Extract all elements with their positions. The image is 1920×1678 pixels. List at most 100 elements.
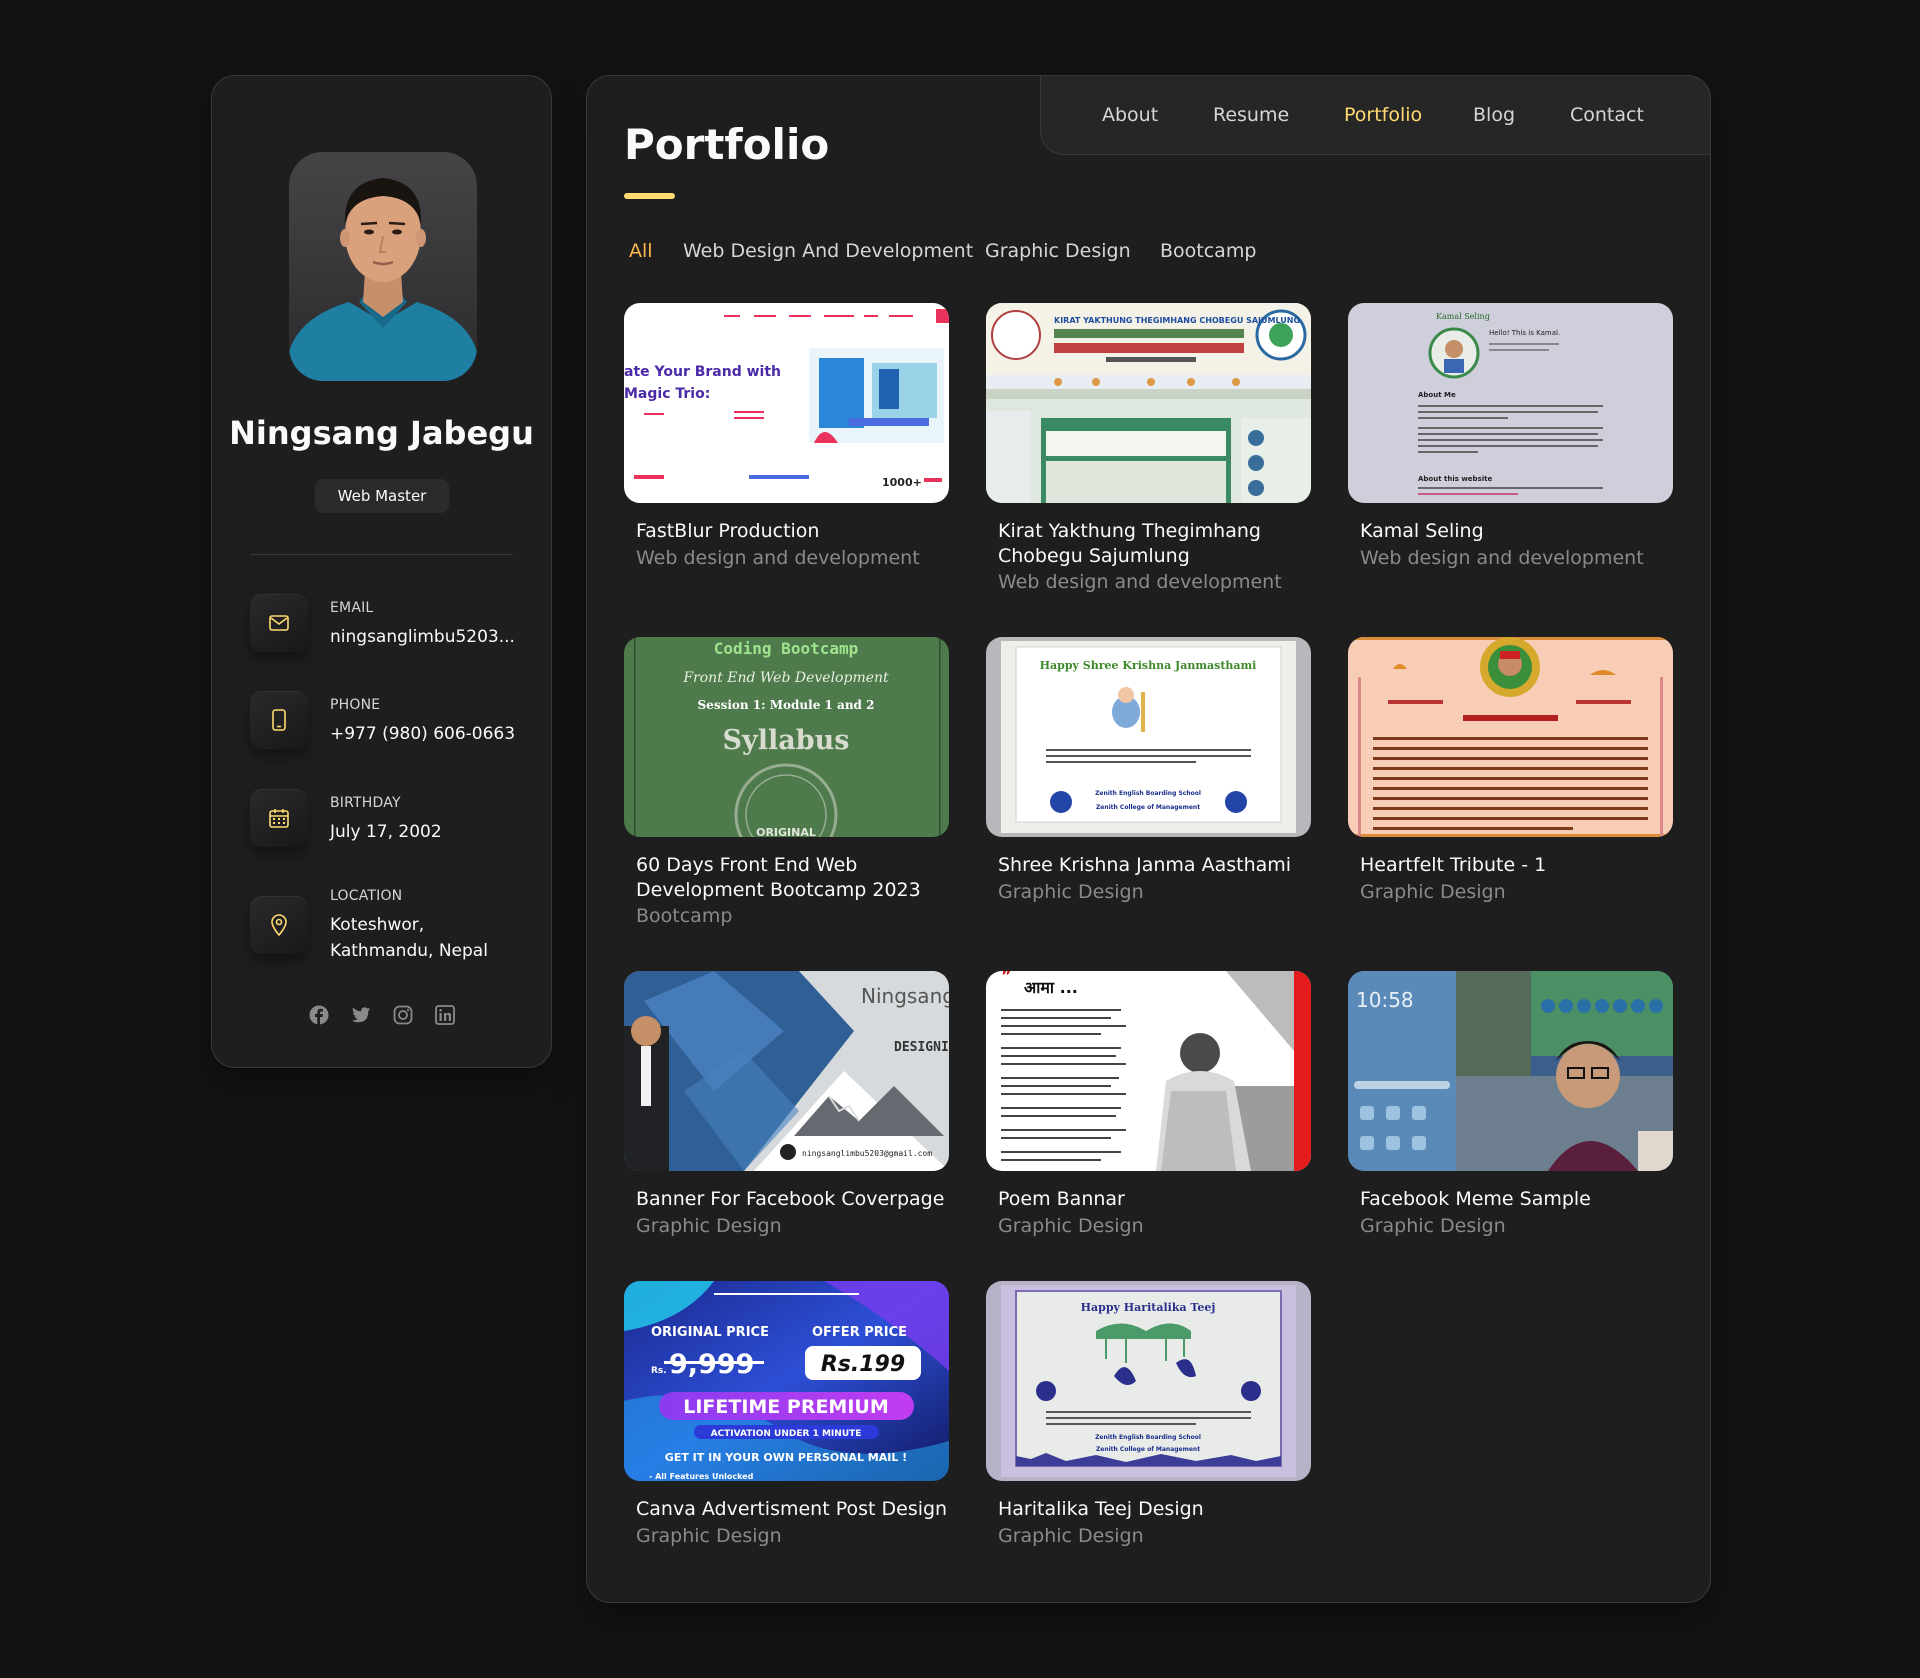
twitter-icon[interactable]: [351, 1005, 371, 1025]
project-card[interactable]: ate Your Brand with Magic Trio: 1000+ Fa…: [624, 303, 949, 569]
divider: [250, 554, 513, 555]
instagram-icon[interactable]: [393, 1005, 413, 1025]
project-title: Heartfelt Tribute - 1: [1360, 854, 1547, 876]
project-thumbnail[interactable]: Happy Haritalika Teej Zenith English Boa…: [986, 1281, 1311, 1481]
project-thumbnail[interactable]: Ningsang DESIGNING AW ningsanglimbu5203@…: [624, 971, 949, 1171]
email-link[interactable]: ningsanglimbu5203...: [330, 624, 515, 650]
facebook-icon[interactable]: [309, 1005, 329, 1025]
bootcamp-syllabus: Syllabus: [723, 725, 850, 756]
teej-title: Happy Haritalika Teej: [1081, 1301, 1216, 1314]
project-card[interactable]: ORIGINAL PRICE OFFER PRICE Rs. 9,999 Rs.…: [624, 1281, 949, 1547]
nav-portfolio[interactable]: Portfolio: [1344, 104, 1422, 126]
project-card[interactable]: 10:58 Facebook Meme Sample Graphic Desig…: [1348, 971, 1673, 1237]
project-category: Graphic Design: [636, 1215, 782, 1237]
project-thumbnail[interactable]: Happy Shree Krishna Janmasthami Zenith E…: [986, 637, 1311, 837]
bootcamp-stamp: ORIGINAL: [756, 826, 816, 837]
kamal-about-site: About this website: [1418, 475, 1492, 483]
project-title: Poem Bannar: [998, 1188, 1125, 1210]
project-card[interactable]: Coding Bootcamp Front End Web Developmen…: [624, 637, 949, 927]
krishna-school-2: Zenith College of Management: [1096, 804, 1200, 811]
bootcamp-session: Session 1: Module 1 and 2: [698, 698, 875, 712]
canva-activation: ACTIVATION UNDER 1 MINUTE: [711, 1429, 862, 1439]
project-category: Web design and development: [636, 547, 920, 569]
project-title: 60 Days Front End Web Development Bootca…: [636, 854, 921, 901]
project-card[interactable]: Kamal Seling Hello! This is Kamal. About…: [1348, 303, 1673, 569]
nav-about[interactable]: About: [1102, 104, 1158, 126]
project-card[interactable]: Heartfelt Tribute - 1 Graphic Design: [1348, 637, 1673, 903]
fastblur-stat: 1000+: [882, 476, 922, 489]
project-title: Facebook Meme Sample: [1360, 1188, 1591, 1210]
project-thumbnail[interactable]: ate Your Brand with Magic Trio: 1000+: [624, 303, 949, 503]
location-label: Location: [330, 888, 403, 904]
project-title: FastBlur Production: [636, 520, 820, 542]
birthday-label: Birthday: [330, 795, 401, 811]
kamal-name: Kamal Seling: [1436, 312, 1490, 321]
canva-offer-label: OFFER PRICE: [812, 1325, 907, 1340]
project-category: Graphic Design: [1360, 1215, 1506, 1237]
phone-icon: [250, 691, 308, 749]
project-card[interactable]: ” आमा ... Poem Bannar Graphic Design: [986, 971, 1311, 1237]
filter-graphic-design[interactable]: Graphic Design: [985, 240, 1131, 262]
kamal-hello: Hello! This is Kamal.: [1489, 329, 1560, 337]
banner-email: ningsanglimbu5203@gmail.com: [802, 1149, 932, 1158]
project-card[interactable]: KIRAT YAKTHUNG THEGIMHANG CHOBEGU SAJUML…: [986, 303, 1311, 593]
project-thumbnail[interactable]: 10:58: [1348, 971, 1673, 1171]
project-card[interactable]: Happy Haritalika Teej Zenith English Boa…: [986, 1281, 1311, 1547]
banner-name: Ningsang: [861, 984, 949, 1008]
project-thumbnail[interactable]: ” आमा ...: [986, 971, 1311, 1171]
bootcamp-title: Coding Bootcamp: [714, 639, 859, 658]
project-title: Canva Advertisment Post Design: [636, 1498, 948, 1520]
avatar: [289, 152, 477, 381]
nav-resume[interactable]: Resume: [1213, 104, 1289, 126]
main-panel: About Resume Portfolio Blog Contact Port…: [586, 75, 1711, 1603]
filter-bootcamp[interactable]: Bootcamp: [1160, 240, 1256, 262]
linkedin-icon[interactable]: [434, 1005, 455, 1025]
social-links: [212, 1005, 551, 1025]
project-category: Graphic Design: [636, 1525, 782, 1547]
banner-tag: DESIGNING AW: [894, 1040, 949, 1055]
email-label: Email: [330, 600, 374, 616]
project-title: Banner For Facebook Coverpage: [636, 1188, 945, 1210]
svg-text:”: ”: [1001, 971, 1012, 985]
project-thumbnail[interactable]: [1348, 637, 1673, 837]
project-category: Web design and development: [1360, 547, 1644, 569]
profile-photo: [289, 178, 477, 381]
mail-icon: [250, 594, 308, 652]
filter-all[interactable]: All: [629, 240, 653, 262]
project-card[interactable]: Ningsang DESIGNING AW ningsanglimbu5203@…: [624, 971, 949, 1237]
canva-premium: LIFETIME PREMIUM: [683, 1396, 889, 1418]
canva-orig-label: ORIGINAL PRICE: [651, 1325, 769, 1340]
poem-title: आमा ...: [1024, 978, 1078, 997]
canva-cta: GET IT IN YOUR OWN PERSONAL MAIL !: [665, 1451, 907, 1464]
project-card[interactable]: Happy Shree Krishna Janmasthami Zenith E…: [986, 637, 1311, 903]
canva-features: - All Features Unlocked: [649, 1472, 754, 1481]
kirat-header: KIRAT YAKTHUNG THEGIMHANG CHOBEGU SAJUML…: [1054, 316, 1300, 325]
kamal-about: About Me: [1418, 391, 1456, 399]
phone-label: Phone: [330, 697, 381, 713]
project-title: Kirat Yakthung Thegimhang Chobegu Sajuml…: [998, 520, 1261, 567]
canva-orig-price: 9,999: [669, 1349, 754, 1380]
project-title: Kamal Seling: [1360, 520, 1484, 542]
project-category: Graphic Design: [998, 881, 1144, 903]
filter-web-design[interactable]: Web Design And Development: [683, 240, 973, 262]
location-pin-icon: [250, 896, 308, 954]
profile-name: Ningsang Jabegu: [229, 414, 534, 452]
calendar-icon: [250, 789, 308, 847]
krishna-school-1: Zenith English Boarding School: [1095, 790, 1201, 797]
page-title: Portfolio: [624, 120, 830, 169]
project-category: Graphic Design: [1360, 881, 1506, 903]
nav-contact[interactable]: Contact: [1570, 104, 1644, 126]
project-thumbnail[interactable]: Coding Bootcamp Front End Web Developmen…: [624, 637, 949, 837]
project-thumbnail[interactable]: Kamal Seling Hello! This is Kamal. About…: [1348, 303, 1673, 503]
profile-sidebar: Ningsang Jabegu Web Master Email ningsan…: [211, 75, 552, 1068]
project-thumbnail[interactable]: ORIGINAL PRICE OFFER PRICE Rs. 9,999 Rs.…: [624, 1281, 949, 1481]
nav-blog[interactable]: Blog: [1473, 104, 1515, 126]
phone-link[interactable]: +977 (980) 606-0663: [330, 721, 528, 747]
birthday-value: July 17, 2002: [330, 822, 442, 842]
canva-rs: Rs.: [651, 1366, 667, 1376]
fastblur-headline-2: Magic Trio:: [624, 386, 710, 402]
fastblur-headline-1: ate Your Brand with: [624, 364, 781, 380]
project-category: Bootcamp: [636, 905, 733, 927]
project-thumbnail[interactable]: KIRAT YAKTHUNG THEGIMHANG CHOBEGU SAJUML…: [986, 303, 1311, 503]
meme-time: 10:58: [1356, 988, 1414, 1012]
